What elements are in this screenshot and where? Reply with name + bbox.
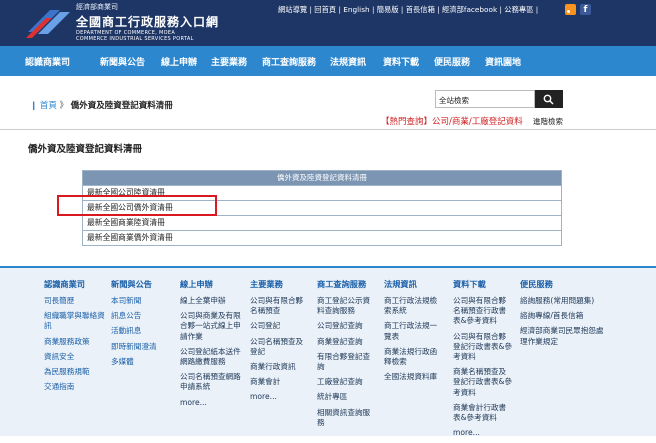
breadcrumb-home[interactable]: 首頁 — [40, 101, 57, 111]
footer-heading[interactable]: 法規資訊 — [384, 278, 444, 290]
footer-link[interactable]: 商業服務政策 — [44, 337, 106, 347]
footer-link[interactable]: 線上全葉申辦 — [180, 296, 244, 306]
breadcrumb-home-icon[interactable]: ❙ — [30, 101, 37, 111]
advanced-search-link[interactable]: 進階檢索 — [533, 116, 563, 127]
breadcrumb-separator: 》 — [59, 101, 69, 111]
footer-heading[interactable]: 資料下載 — [453, 278, 513, 290]
site-header: 經濟部商業司 全國商工行政服務入口網 DEPARTMENT OF COMMERC… — [0, 0, 656, 46]
nav-item-info-garden[interactable]: 資訊園地 — [485, 55, 521, 68]
moea-logo-icon[interactable] — [24, 2, 74, 42]
footer-link[interactable]: 經濟部商業司民眾抱怨處理作業規定 — [520, 326, 610, 346]
table-row-link[interactable]: 最新全國商業僑外資清冊 — [83, 230, 561, 245]
search-icon — [543, 94, 554, 105]
table-row-link[interactable]: 最新全國商業陸資清冊 — [83, 215, 561, 230]
footer-col-convenience: 便民服務 諮詢服務(常用問題集) 諮詢專線/首長信箱 經濟部商業司民眾抱怨處理作… — [520, 278, 610, 352]
top-links[interactable]: 網站導覽 | 回首頁 | English | 簡易版 | 首長信箱 | 經濟部f… — [278, 5, 538, 15]
footer-link[interactable]: 商業會計 — [250, 377, 310, 387]
footer-link[interactable]: more... — [180, 398, 244, 408]
nav-item-main-business[interactable]: 主要業務 — [211, 55, 247, 68]
footer-link[interactable]: 公司登記查詢 — [317, 321, 377, 331]
footer-link[interactable]: 公司登記 — [250, 321, 310, 331]
divider — [0, 129, 656, 130]
facebook-icon[interactable]: f — [580, 4, 591, 15]
footer-link[interactable]: 即時新聞澄清 — [111, 342, 173, 352]
nav-item-about[interactable]: 認識商業司 — [25, 55, 70, 68]
footer-heading[interactable]: 商工查詢服務 — [317, 278, 377, 290]
footer-col-downloads: 資料下載 公司與有限合夥名稱預查行政書表&參考資料 公司與有限合夥登記行政書表&… — [453, 278, 513, 443]
footer-link[interactable]: 活動訊息 — [111, 326, 173, 336]
footer-link[interactable]: 公司名稱預查及登記 — [250, 337, 310, 357]
footer-col-query: 商工查詢服務 商工登記公示資料查詢服務 公司登記查詢 商業登記查詢 有限合夥登記… — [317, 278, 377, 433]
nav-item-news[interactable]: 新聞與公告 — [100, 55, 145, 68]
footer-col-main-business: 主要業務 公司與有限合夥名稱預查 公司登記 公司名稱預查及登記 商業行政資訊 商… — [250, 278, 310, 408]
page-title: 僑外資及陸資登記資料清冊 — [28, 144, 143, 155]
footer-link[interactable]: more... — [250, 392, 310, 402]
footer-link[interactable]: 多媒體 — [111, 357, 173, 367]
footer-link[interactable]: 本司新聞 — [111, 296, 173, 306]
nav-item-regulations[interactable]: 法規資訊 — [330, 55, 366, 68]
footer-heading[interactable]: 線上申辦 — [180, 278, 244, 290]
footer-heading[interactable]: 便民服務 — [520, 278, 610, 290]
footer-link[interactable]: 商業法規行政函釋檢索 — [384, 347, 444, 367]
footer-link[interactable]: 商工行政法規檢索系統 — [384, 296, 444, 316]
footer-link[interactable]: 諮詢服務(常用問題集) — [520, 296, 610, 306]
footer-link[interactable]: 商業登記查詢 — [317, 337, 377, 347]
breadcrumb-current: 僑外資及陸資登記資料清冊 — [70, 101, 173, 111]
footer-link[interactable]: more... — [453, 428, 513, 438]
footer-link[interactable]: 資訊安全 — [44, 352, 106, 362]
table-header: 僑外資及陸資登記資料清冊 — [83, 171, 561, 185]
search-input[interactable]: 全站檢索 — [435, 90, 535, 108]
footer-link[interactable]: 全國法規資料庫 — [384, 372, 444, 382]
portal-english-line2: COMMERCE INDUSTRIAL SERVICES PORTAL — [76, 36, 194, 42]
footer-col-regulations: 法規資訊 商工行政法規檢索系統 商工行政法規一覽表 商業法規行政函釋檢索 全國法… — [384, 278, 444, 387]
footer-link[interactable]: 商業行政資訊 — [250, 362, 310, 372]
footer-link[interactable]: 公司與有限合夥登記行政書表&參考資料 — [453, 332, 513, 363]
nav-item-query-service[interactable]: 商工查詢服務 — [262, 55, 316, 68]
footer-link[interactable]: 商工行政法規一覽表 — [384, 321, 444, 341]
footer-col-online-apply: 線上申辦 線上全葉申辦 公司與商業及有限合夥一站式線上申請作業 公司登記紙本送件… — [180, 278, 244, 413]
portal-title: 全國商工行政服務入口網 — [76, 15, 220, 29]
footer-link[interactable]: 訊息公告 — [111, 311, 173, 321]
footer-heading[interactable]: 主要業務 — [250, 278, 310, 290]
hot-query-link[interactable]: 【熱門查詢】公司/商業/工廠登記資料 — [381, 115, 523, 127]
footer-link[interactable]: 公司與有限合夥名稱預查 — [250, 296, 310, 316]
footer-heading[interactable]: 新聞與公告 — [111, 278, 173, 290]
footer-link[interactable]: 公司登記紙本送件網路繳費服務 — [180, 347, 244, 367]
footer-col-about: 認識商業司 司長簡歷 組織職掌與聯絡資訊 商業服務政策 資訊安全 為民服務規範 … — [44, 278, 106, 397]
footer-link[interactable]: 公司名稱預查網路申請系統 — [180, 372, 244, 392]
nav-item-convenience[interactable]: 便民服務 — [434, 55, 470, 68]
footer-link[interactable]: 有限合夥登記查詢 — [317, 352, 377, 372]
footer-col-news: 新聞與公告 本司新聞 訊息公告 活動訊息 即時新聞澄清 多媒體 — [111, 278, 173, 372]
nav-item-online-apply[interactable]: 線上申辦 — [161, 55, 197, 68]
rss-icon[interactable] — [565, 4, 576, 15]
breadcrumb: ❙ 首頁 》 僑外資及陸資登記資料清冊 — [30, 99, 173, 111]
footer-link[interactable]: 統計專區 — [317, 392, 377, 402]
footer-link[interactable]: 公司與商業及有限合夥一站式線上申請作業 — [180, 311, 244, 342]
ministry-name: 經濟部商業司 — [76, 3, 118, 11]
search-button[interactable] — [535, 90, 563, 108]
nav-item-downloads[interactable]: 資料下載 — [383, 55, 419, 68]
footer-link[interactable]: 公司與有限合夥名稱預查行政書表&參考資料 — [453, 296, 513, 327]
site-title[interactable]: 經濟部商業司 全國商工行政服務入口網 DEPARTMENT OF COMMERC… — [76, 2, 219, 42]
footer-link[interactable]: 商工登記公示資料查詢服務 — [317, 296, 377, 316]
footer-link[interactable]: 相關資訊查詢服務 — [317, 408, 377, 428]
footer-link[interactable]: 組織職掌與聯絡資訊 — [44, 311, 106, 331]
highlight-box — [57, 195, 217, 216]
footer-link[interactable]: 交通指南 — [44, 382, 106, 392]
footer-link[interactable]: 為民服務規範 — [44, 367, 106, 377]
footer-link[interactable]: 商業名稱預查及登記行政書表&參考資料 — [453, 367, 513, 398]
footer-link[interactable]: 商業會計行政書表&參考資料 — [453, 403, 513, 423]
footer-sitemap: 認識商業司 司長簡歷 組織職掌與聯絡資訊 商業服務政策 資訊安全 為民服務規範 … — [0, 266, 656, 437]
footer-link[interactable]: 諮詢專線/首長信箱 — [520, 311, 610, 321]
main-nav: 認識商業司 新聞與公告 線上申辦 主要業務 商工查詢服務 法規資訊 資料下載 便… — [0, 46, 656, 76]
footer-heading[interactable]: 認識商業司 — [44, 278, 106, 290]
footer-link[interactable]: 司長簡歷 — [44, 296, 106, 306]
footer-link[interactable]: 工廠登記查詢 — [317, 377, 377, 387]
